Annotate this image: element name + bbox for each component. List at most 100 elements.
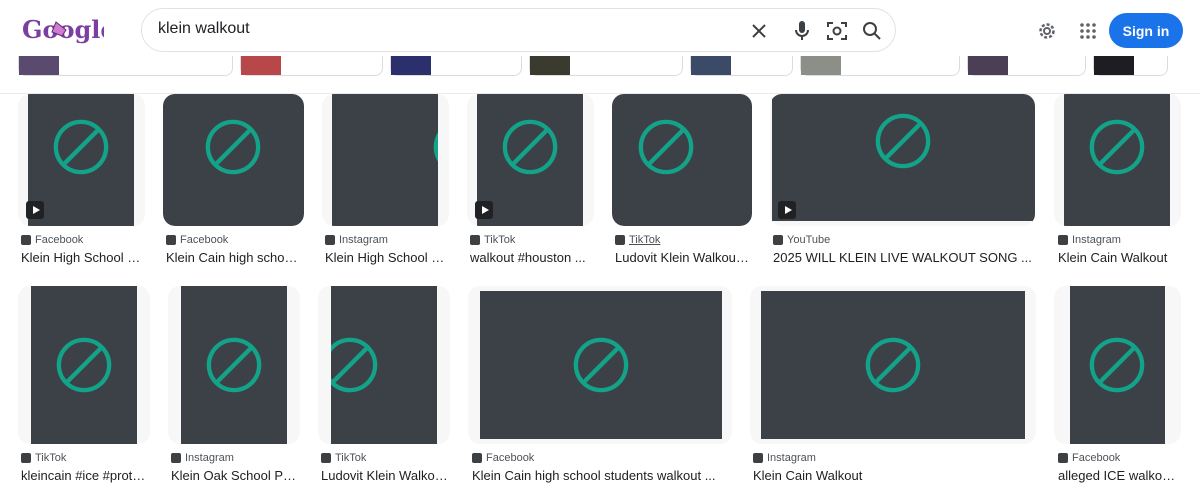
result-source[interactable]: TikTok: [615, 234, 660, 246]
result-title[interactable]: Klein Cain high school ...: [166, 250, 304, 265]
result-title[interactable]: alleged ICE walkout ...: [1058, 468, 1181, 483]
unavailable-icon: [501, 118, 559, 176]
favicon-icon: [615, 235, 625, 245]
image-result[interactable]: [163, 94, 304, 226]
apps-grid-icon[interactable]: [1076, 19, 1100, 43]
sign-in-button[interactable]: Sign in: [1109, 13, 1183, 48]
favicon-icon: [21, 235, 31, 245]
google-logo[interactable]: Google: [20, 12, 116, 46]
image-result[interactable]: [18, 94, 145, 226]
image-result[interactable]: [1054, 94, 1181, 226]
favicon-icon: [171, 453, 181, 463]
related-chip[interactable]: [800, 56, 960, 76]
image-result[interactable]: [467, 94, 594, 226]
unavailable-icon: [1088, 336, 1146, 394]
image-result[interactable]: [750, 286, 1036, 444]
result-source[interactable]: Instagram: [325, 234, 388, 246]
result-title[interactable]: walkout #houston ...: [470, 250, 594, 265]
related-chip[interactable]: [390, 56, 522, 76]
chip-thumbnail: [19, 56, 59, 75]
unavailable-icon: [52, 118, 110, 176]
microphone-icon[interactable]: [790, 19, 814, 43]
chip-thumbnail: [968, 56, 1008, 75]
favicon-icon: [166, 235, 176, 245]
result-source[interactable]: TikTok: [21, 452, 66, 464]
image-placeholder: [31, 286, 137, 444]
favicon-icon: [325, 235, 335, 245]
result-title[interactable]: Klein Cain Walkout: [753, 468, 1036, 483]
result-title[interactable]: kleincain #ice #prote...: [21, 468, 150, 483]
favicon-icon: [773, 235, 783, 245]
result-source[interactable]: YouTube: [773, 234, 830, 246]
video-play-icon: [778, 201, 796, 219]
favicon-icon: [1058, 235, 1068, 245]
image-result[interactable]: [322, 94, 449, 226]
result-source[interactable]: Facebook: [472, 452, 534, 464]
video-play-icon: [26, 201, 44, 219]
chip-thumbnail: [530, 56, 570, 75]
image-placeholder: [612, 94, 752, 226]
image-result[interactable]: [18, 286, 150, 444]
result-source[interactable]: Facebook: [1058, 452, 1120, 464]
unavailable-icon: [572, 336, 630, 394]
chip-thumbnail: [241, 56, 281, 75]
search-box[interactable]: [141, 8, 896, 52]
result-title[interactable]: Klein Oak School Pro...: [171, 468, 300, 483]
image-placeholder: [1064, 94, 1170, 226]
unavailable-icon: [331, 336, 379, 394]
image-result[interactable]: [770, 94, 1035, 226]
result-title[interactable]: Klein High School W...: [325, 250, 449, 265]
image-result[interactable]: [168, 286, 300, 444]
result-title[interactable]: Klein High School st...: [21, 250, 145, 265]
search-icon[interactable]: [860, 19, 884, 43]
image-result[interactable]: [1054, 286, 1181, 444]
image-placeholder: [181, 286, 287, 444]
unavailable-icon: [55, 336, 113, 394]
chip-thumbnail: [801, 56, 841, 75]
result-source[interactable]: Instagram: [1058, 234, 1121, 246]
chip-thumbnail: [391, 56, 431, 75]
related-chip[interactable]: [690, 56, 793, 76]
result-title[interactable]: Ludovit Klein Walkou...: [321, 468, 450, 483]
unavailable-icon: [204, 118, 262, 176]
image-placeholder: [480, 291, 722, 439]
video-play-icon: [475, 201, 493, 219]
favicon-icon: [753, 453, 763, 463]
result-source[interactable]: TikTok: [470, 234, 515, 246]
result-title[interactable]: 2025 WILL KLEIN LIVE WALKOUT SONG ...: [773, 250, 1035, 265]
image-placeholder: [331, 286, 437, 444]
result-source[interactable]: TikTok: [321, 452, 366, 464]
result-title[interactable]: Klein Cain Walkout: [1058, 250, 1181, 265]
image-placeholder: [332, 94, 438, 226]
unavailable-icon: [864, 336, 922, 394]
settings-gear-icon[interactable]: [1035, 19, 1059, 43]
chip-thumbnail: [1094, 56, 1134, 75]
result-title[interactable]: Klein Cain high school students walkout …: [472, 468, 732, 483]
related-chip[interactable]: [18, 56, 233, 76]
result-source[interactable]: Instagram: [753, 452, 816, 464]
result-title[interactable]: Ludovit Klein Walkout ...: [615, 250, 752, 265]
related-chip[interactable]: [1093, 56, 1168, 76]
favicon-icon: [470, 235, 480, 245]
related-chip[interactable]: [529, 56, 683, 76]
image-result[interactable]: [318, 286, 450, 444]
related-chip[interactable]: [967, 56, 1086, 76]
camera-lens-icon[interactable]: [825, 19, 849, 43]
image-placeholder: [163, 94, 304, 226]
related-chip[interactable]: [240, 56, 383, 76]
favicon-icon: [1058, 453, 1068, 463]
unavailable-icon: [1088, 118, 1146, 176]
image-placeholder: [761, 291, 1025, 439]
unavailable-icon: [637, 118, 695, 176]
search-input[interactable]: klein walkout: [158, 20, 250, 38]
favicon-icon: [321, 453, 331, 463]
image-placeholder: [1070, 286, 1165, 444]
favicon-icon: [21, 453, 31, 463]
image-result[interactable]: [468, 286, 732, 444]
image-result[interactable]: [612, 94, 752, 226]
result-source[interactable]: Instagram: [171, 452, 234, 464]
image-placeholder: [772, 94, 1035, 221]
clear-icon[interactable]: [747, 19, 771, 43]
result-source[interactable]: Facebook: [21, 234, 83, 246]
result-source[interactable]: Facebook: [166, 234, 228, 246]
